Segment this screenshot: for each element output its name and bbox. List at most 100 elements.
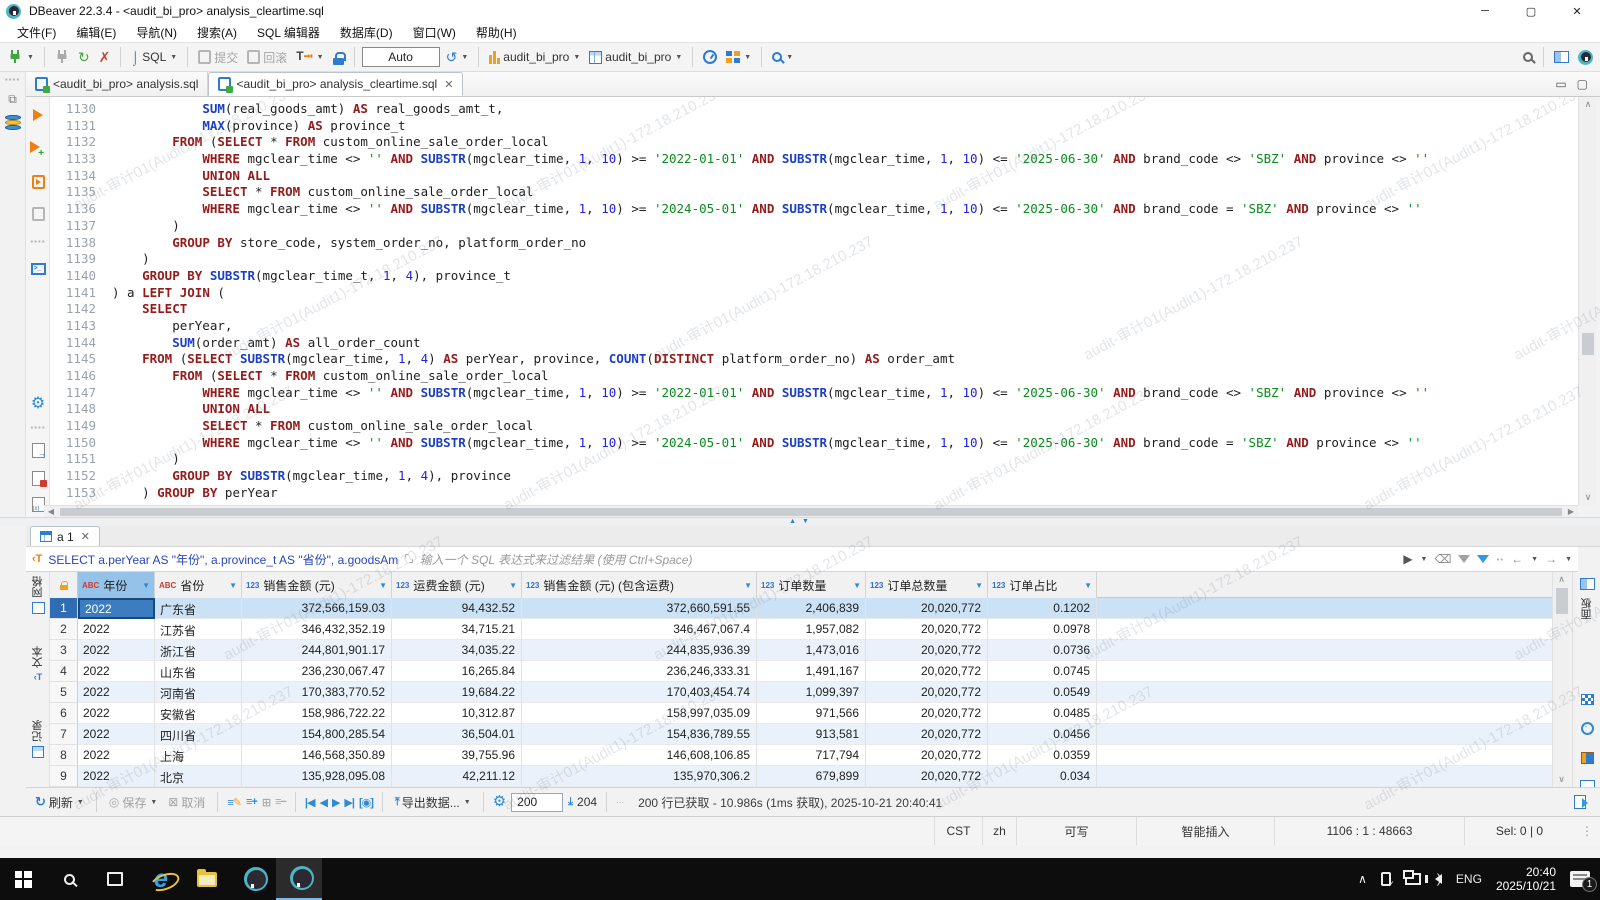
column-menu-icon[interactable]: ▼ <box>1084 581 1092 590</box>
copy-row-icon[interactable]: ⊞ <box>262 796 270 809</box>
grid-cell[interactable]: 北京 <box>155 766 242 787</box>
grid-cell[interactable]: 244,835,936.39 <box>522 640 757 661</box>
scroll-down-icon[interactable]: ∨ <box>1579 492 1597 503</box>
value-panel-button[interactable] <box>1573 578 1600 593</box>
table-row[interactable]: 62022安徽省158,986,722.2210,312.87158,997,0… <box>50 703 1552 724</box>
code-line[interactable]: 1144 SUM(order_amt) AS all_order_count <box>50 335 1578 352</box>
grid-cell[interactable]: 四川省 <box>155 724 242 745</box>
database-navigator-icon[interactable] <box>5 115 21 130</box>
tab-analysis-cleartime-sql[interactable]: <audit_bi_pro> analysis_cleartime.sql ✕ <box>208 72 463 96</box>
grid-cell[interactable]: 2022 <box>78 619 155 640</box>
grid-cell[interactable]: 1,473,016 <box>757 640 866 661</box>
filter-expression[interactable]: SELECT a.perYear AS "年份", a.province_t A… <box>48 551 398 568</box>
code-line[interactable]: 1134 UNION ALL <box>50 168 1578 185</box>
row-number[interactable]: 1 <box>50 598 78 619</box>
grid-cell[interactable]: 广东省 <box>155 598 242 619</box>
execute-statement-button[interactable] <box>26 109 50 124</box>
minimize-button[interactable]: ─ <box>1462 0 1508 22</box>
grid-cell[interactable]: 346,432,352.19 <box>242 619 392 640</box>
code-line[interactable]: 1147 WHERE mgclear_time <> '' AND SUBSTR… <box>50 385 1578 402</box>
usb-icon[interactable] <box>1381 872 1391 886</box>
code-line[interactable]: 1140 GROUP BY SUBSTR(mgclear_time_t, 1, … <box>50 268 1578 285</box>
grid-cell[interactable]: 717,794 <box>757 745 866 766</box>
last-row-icon[interactable]: ▶| <box>344 796 354 809</box>
code-line[interactable]: 1142 SELECT <box>50 301 1578 318</box>
database-selector[interactable]: audit_bi_pro▼ <box>586 48 685 66</box>
cancel-button[interactable]: ⊠ 取消 <box>165 792 208 813</box>
grid-cell[interactable]: 2022 <box>78 766 155 787</box>
grid-cell[interactable]: 154,800,285.54 <box>242 724 392 745</box>
code-line[interactable]: 1143 perYear, <box>50 318 1578 335</box>
lock-button[interactable] <box>330 48 347 67</box>
erase-filter-icon[interactable]: ⌫ <box>1434 552 1451 566</box>
prev-row-icon[interactable]: ◀ <box>319 796 326 809</box>
grid-cell[interactable]: 1,099,397 <box>757 682 866 703</box>
grid-cell[interactable]: 20,020,772 <box>866 703 988 724</box>
grid-cell[interactable]: 2022 <box>78 724 155 745</box>
editor-results-splitter[interactable]: ▲ ▼ <box>0 517 1600 526</box>
maximize-button[interactable]: ▢ <box>1508 0 1554 22</box>
code-line[interactable]: 1133 WHERE mgclear_time <> '' AND SUBSTR… <box>50 151 1578 168</box>
filter-settings-icon[interactable] <box>1477 555 1489 563</box>
grid-cell[interactable]: 1,957,082 <box>757 619 866 640</box>
connect-button[interactable] <box>52 47 72 67</box>
code-line[interactable]: 1145 FROM (SELECT SUBSTR(mgclear_time, 1… <box>50 351 1578 368</box>
tab-close-icon[interactable]: ✕ <box>444 78 453 91</box>
grid-cell[interactable]: 0.1202 <box>988 598 1097 619</box>
scroll-left-icon[interactable]: ◀ <box>44 507 58 516</box>
grid-cell[interactable]: 2022 <box>78 661 155 682</box>
grid-cell[interactable]: 0.0485 <box>988 703 1097 724</box>
apply-filter-icon[interactable]: ▶ <box>1403 552 1412 566</box>
code-line[interactable]: 1151 ) <box>50 451 1578 468</box>
grid-cell[interactable]: 2022 <box>78 682 155 703</box>
splitter-grip-icon[interactable]: ▲ ▼ <box>0 518 1600 526</box>
grid-cell[interactable]: 42,211.12 <box>392 766 522 787</box>
view-grid-tab[interactable]: 网格 <box>26 576 50 614</box>
grid-cell[interactable]: 安徽省 <box>155 703 242 724</box>
grid-cell[interactable]: 154,836,789.55 <box>522 724 757 745</box>
taskbar-search-button[interactable] <box>46 858 92 900</box>
grid-cell[interactable]: 2022 <box>78 640 155 661</box>
taskbar-clock[interactable]: 20:40 2025/10/21 <box>1496 865 1556 893</box>
grid-cell[interactable]: 1,491,167 <box>757 661 866 682</box>
column-header-5[interactable]: 123订单数量▼ <box>757 572 866 598</box>
refresh-button[interactable]: ↻ 刷新▼ <box>32 792 87 813</box>
grid-cell[interactable]: 河南省 <box>155 682 242 703</box>
column-header-7[interactable]: 123订单占比▼ <box>988 572 1097 598</box>
grid-cell[interactable]: 19,684.22 <box>392 682 522 703</box>
nav-forward-icon[interactable]: → <box>1545 552 1557 566</box>
menu-item-4[interactable]: SQL 编辑器 <box>248 22 329 43</box>
commit-mode-combo[interactable]: Auto <box>362 47 440 67</box>
grid-scroll-down-icon[interactable]: ∨ <box>1553 774 1570 785</box>
column-header-0[interactable]: ABC年份▼ <box>78 572 155 598</box>
search-button[interactable]: ▼ <box>769 50 796 64</box>
grid-cell[interactable]: 0.0359 <box>988 745 1097 766</box>
open-console-button[interactable]: >_ <box>26 259 50 275</box>
delete-row-icon[interactable]: ≡− <box>275 796 286 808</box>
code-line[interactable]: 1146 FROM (SELECT * FROM custom_online_s… <box>50 368 1578 385</box>
grid-cell[interactable]: 158,986,722.22 <box>242 703 392 724</box>
copy-status-icon[interactable] <box>1574 795 1586 809</box>
commit-button[interactable]: 提交 <box>195 47 241 68</box>
column-menu-icon[interactable]: ▼ <box>379 581 387 590</box>
restore-panes-icon[interactable]: ⧉ <box>8 92 17 107</box>
editor-vscroll-thumb[interactable] <box>1582 333 1594 355</box>
internet-explorer-button[interactable]: e <box>138 858 184 900</box>
grid-cell[interactable]: 20,020,772 <box>866 640 988 661</box>
results-tab[interactable]: a 1 ✕ <box>30 526 100 546</box>
fetch-size-input[interactable]: 200 <box>511 793 563 812</box>
nav-back-icon[interactable]: ← <box>1511 552 1523 566</box>
first-row-icon[interactable]: |◀ <box>305 796 315 809</box>
column-header-3[interactable]: 123运费金额 (元)▼ <box>392 572 522 598</box>
grid-cell[interactable]: 2022 <box>78 598 155 619</box>
volume-icon[interactable] <box>1435 874 1442 884</box>
focus-row-icon[interactable]: [◉] <box>359 796 373 809</box>
grid-cell[interactable]: 679,899 <box>757 766 866 787</box>
statusbar-overflow-icon[interactable]: ⋮ <box>1574 817 1600 845</box>
code-line[interactable]: 1137 ) <box>50 218 1578 235</box>
grid-cell[interactable]: 146,608,106.85 <box>522 745 757 766</box>
export-result-button[interactable] <box>26 443 50 461</box>
menu-item-3[interactable]: 搜索(A) <box>188 22 246 43</box>
grid-cell[interactable]: 浙江省 <box>155 640 242 661</box>
grid-cell[interactable]: 36,504.01 <box>392 724 522 745</box>
